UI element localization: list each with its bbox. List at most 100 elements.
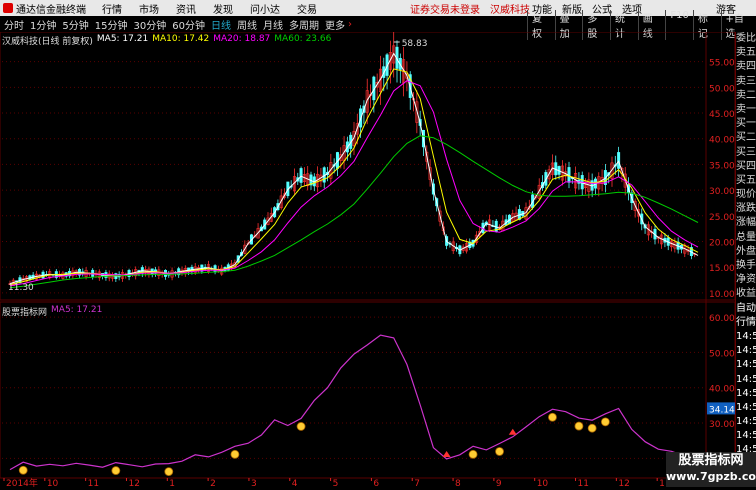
signal-marker-icon <box>230 449 240 459</box>
tab-1min[interactable]: 1分钟 <box>30 17 56 32</box>
time-tick-label: 1 <box>169 479 175 487</box>
tab-weekly[interactable]: 周线 <box>237 17 257 32</box>
indicator-legend: 股票指标网 MA5: 17.21 <box>2 305 102 318</box>
site-watermark: 股票指标网 www.7gpzb.com <box>666 452 756 487</box>
series-line-ma10 <box>9 68 699 286</box>
side-panel-item: 买三 <box>736 146 756 158</box>
side-panel-item: 14:5 <box>736 373 756 385</box>
price-tick-label: 20.00 <box>709 238 735 248</box>
side-panel-item: 涨幅 <box>736 217 756 229</box>
side-panel-item: 卖四 <box>736 61 756 73</box>
time-tick-label: 12 <box>618 479 629 487</box>
time-tick-label: 8 <box>455 479 461 487</box>
indicator-pane-frame <box>0 301 736 479</box>
time-tick-label: 5 <box>333 479 339 487</box>
price-tick-label: 35.00 <box>709 161 735 171</box>
signal-marker-icon <box>18 465 28 475</box>
period-toolbar: 分时 1分钟 5分钟 15分钟 30分钟 60分钟 日线 周线 月线 多周期 更… <box>0 9 756 40</box>
login-status[interactable]: 证券交易未登录 <box>410 1 480 16</box>
signal-arrow-icon <box>442 451 451 458</box>
menu-item-trade[interactable]: 交易 <box>297 1 317 16</box>
tab-timeshare[interactable]: 分时 <box>4 17 24 32</box>
watermark-url: www.7gpzb.com <box>666 470 756 483</box>
main-chart-title[interactable]: 汉威科技(日线 前复权) <box>2 34 93 47</box>
side-panel-item: 14:5 <box>736 430 756 442</box>
menu-item-discover[interactable]: 发现 <box>213 1 233 16</box>
indicator-tick-label: 40.00 <box>709 385 735 395</box>
time-tick-label: 10 <box>537 479 549 487</box>
candle-body <box>617 152 621 169</box>
time-tick-label: 1 <box>659 479 665 487</box>
indicator-tick-label: 30.00 <box>709 420 735 430</box>
indicator-line <box>9 334 699 471</box>
time-tick-label: 6 <box>373 479 379 487</box>
side-panel-item: 买四 <box>736 160 756 172</box>
kline-chart[interactable]: 55.00 50.00 45.00 40.00 35.00 30.00 25.00 20.00… <box>0 31 736 489</box>
indicator-tick-label: 50.00 <box>709 349 735 359</box>
side-panel-item: 外盘 <box>736 245 756 257</box>
indicator-title[interactable]: 股票指标网 <box>2 305 47 318</box>
price-tick-label: 25.00 <box>709 213 735 223</box>
menu-item-news[interactable]: 资讯 <box>176 1 196 16</box>
ma5-value: MA5: 17.21 <box>96 34 149 44</box>
side-panel-item: 买二 <box>736 132 756 144</box>
main-chart-legend: 汉威科技(日线 前复权) MA5: 17.21 MA10: 17.42 MA20… <box>2 34 331 47</box>
tab-5min[interactable]: 5分钟 <box>62 17 88 32</box>
side-panel-item: 买五 <box>736 174 756 186</box>
side-panel-item: 14:5 <box>736 401 756 413</box>
side-panel-item: 总量 <box>736 231 756 243</box>
status-notice: 证券交易未登录 汉威科技 <box>410 1 530 16</box>
signal-marker-icon <box>495 447 504 456</box>
price-tick-label: 15.00 <box>709 264 735 274</box>
side-panel-item: 换手 <box>736 260 756 271</box>
indicator-value-label: 34.14 <box>709 405 735 415</box>
side-panel-item: 卖三 <box>736 75 756 87</box>
time-tick-label: 7 <box>414 479 420 487</box>
price-tick-label: 50.00 <box>709 84 735 94</box>
side-panel-item: 14:5 <box>736 387 756 399</box>
tab-30min[interactable]: 30分钟 <box>133 17 166 32</box>
ma20-value: MA20: 18.87 <box>213 34 271 44</box>
main-pane-frame <box>0 31 736 301</box>
side-panel-item: 委比 <box>736 33 756 44</box>
side-panel-item: 涨跌 <box>736 203 756 215</box>
side-panel-item: 净资 <box>736 274 756 286</box>
more-arrow-icon[interactable]: › <box>345 19 355 30</box>
app-logo-icon <box>3 3 13 13</box>
quote-side-panel: 委比 卖五 卖四 卖三 卖二 卖一 买一 买二 买三 买四 买五 现价 涨跌 涨幅 总量 外盘 换手 净资 收益 自动… <box>735 32 756 487</box>
time-tick-label: 11 <box>88 479 99 487</box>
main-menu: 行情 市场 资讯 发现 问小达 交易 <box>102 1 317 16</box>
signal-marker-icon <box>164 467 174 477</box>
time-tick-label: 11 <box>578 479 589 487</box>
indicator-ma5-value: MA5: 17.21 <box>51 305 103 315</box>
period-tabs: 分时 1分钟 5分钟 15分钟 30分钟 60分钟 日线 周线 月线 多周期 更… <box>0 17 345 32</box>
tab-daily[interactable]: 日线 <box>211 17 231 32</box>
time-tick-label: 10 <box>47 479 59 487</box>
side-panel-item: 现价 <box>736 189 756 201</box>
signal-marker-icon <box>587 423 597 433</box>
signal-marker-icon <box>468 449 478 459</box>
tab-15min[interactable]: 15分钟 <box>95 17 128 32</box>
menu-item-ask[interactable]: 问小达 <box>250 1 280 16</box>
tab-more[interactable]: 更多 <box>325 17 345 32</box>
menu-item-quotes[interactable]: 行情 <box>102 1 122 16</box>
tab-multi-period[interactable]: 多周期 <box>289 17 319 32</box>
side-panel-item: 卖五 <box>736 47 756 59</box>
current-stock-name: 汉威科技 <box>490 4 530 16</box>
side-panel-item: 买一 <box>736 118 756 130</box>
series-line-ma20 <box>9 80 699 287</box>
side-panel-item: 14:5 <box>736 359 756 371</box>
tab-60min[interactable]: 60分钟 <box>172 17 205 32</box>
ma10-value: MA10: 17.42 <box>152 34 210 44</box>
signal-marker-icon <box>574 421 584 431</box>
time-tick-label: 3 <box>251 479 257 487</box>
price-tick-label: 10.00 <box>709 290 735 300</box>
tab-monthly[interactable]: 月线 <box>263 17 283 32</box>
price-tick-label: 30.00 <box>709 187 735 197</box>
price-tick-label: 40.00 <box>709 136 735 146</box>
ma60-value: MA60: 23.66 <box>274 34 332 44</box>
chart-area[interactable]: 55.00 50.00 45.00 40.00 35.00 30.00 25.00 20.00… <box>0 31 736 489</box>
signal-marker-icon <box>600 417 610 427</box>
watermark-title: 股票指标网 <box>678 453 744 468</box>
menu-item-market[interactable]: 市场 <box>139 1 159 16</box>
